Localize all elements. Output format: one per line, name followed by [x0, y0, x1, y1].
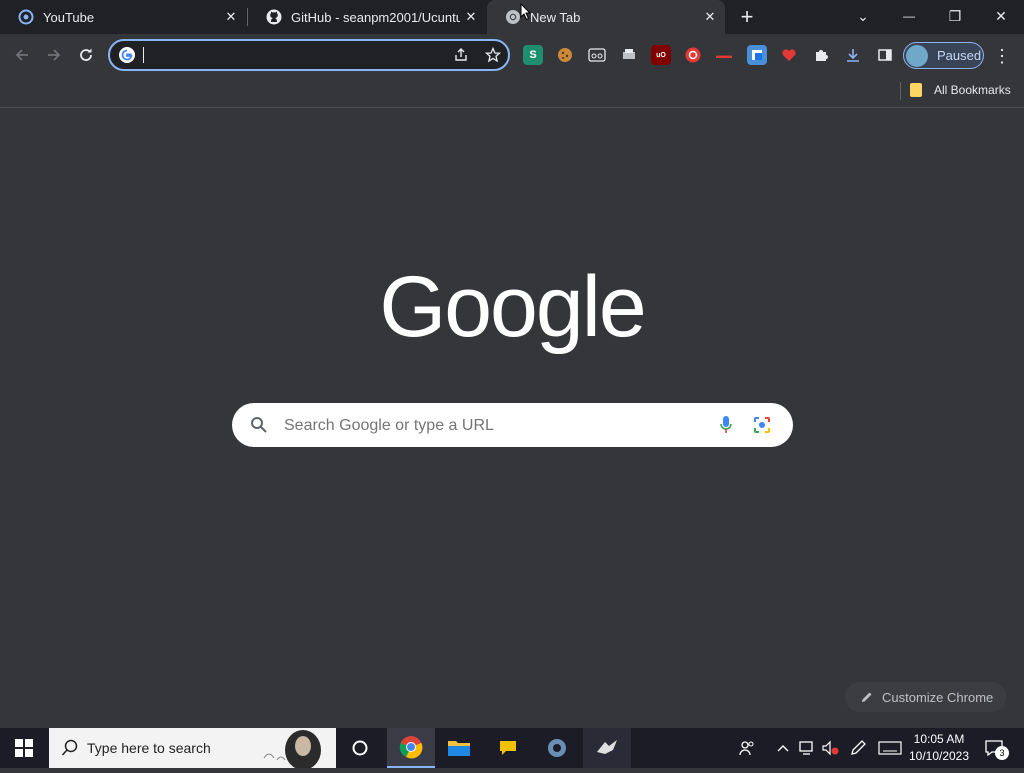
search-icon: [250, 416, 268, 434]
extension-s-icon[interactable]: S: [523, 45, 543, 65]
back-button[interactable]: [8, 41, 36, 69]
search-highlight-image: [259, 728, 336, 770]
clock[interactable]: 10:05 AM 10/10/2023: [906, 731, 972, 765]
start-button[interactable]: [0, 728, 48, 768]
tab-close-icon[interactable]: ✕: [699, 6, 721, 28]
cortana-circle-icon: [352, 740, 368, 756]
taskbar-settings-button[interactable]: [533, 728, 581, 768]
search-input[interactable]: [282, 415, 686, 437]
taskbar-app-button[interactable]: [583, 728, 631, 768]
bookmarks-bar: [0, 76, 1024, 108]
profile-status-label: Paused: [937, 48, 982, 63]
taskbar-chrome-button[interactable]: [387, 728, 435, 768]
tab-title: YouTube: [43, 9, 95, 25]
taskbar-feedback-button[interactable]: [484, 728, 532, 768]
tab-youtube[interactable]: YouTube ✕: [0, 0, 246, 34]
network-icon[interactable]: [797, 736, 817, 760]
reload-icon: [80, 48, 92, 61]
back-arrow-icon: [15, 49, 28, 61]
clock-time: 10:05 AM: [913, 732, 965, 746]
speech-bubble-icon: [500, 741, 516, 755]
settings-gear-icon: [548, 739, 566, 757]
close-window-button[interactable]: ✕: [978, 0, 1024, 32]
google-lens-icon[interactable]: [753, 416, 771, 434]
profile-button[interactable]: Paused: [903, 42, 984, 69]
pen-workspace-icon[interactable]: [848, 736, 868, 760]
volume-muted-icon[interactable]: [820, 736, 840, 760]
bookmarks-divider: [900, 82, 901, 100]
youtube-favicon-icon: [18, 9, 34, 25]
bookmark-star-icon[interactable]: [484, 46, 502, 63]
text-caret: [143, 47, 144, 63]
customize-chrome-button[interactable]: Customize Chrome: [845, 682, 1006, 712]
taskbar-file-explorer-button[interactable]: [435, 728, 483, 768]
touch-keyboard-icon[interactable]: [877, 736, 903, 760]
tab-close-icon[interactable]: ✕: [460, 6, 482, 28]
taskbar-search-placeholder: Type here to search: [87, 740, 211, 756]
reload-button[interactable]: [72, 41, 100, 69]
avatar: [906, 44, 928, 67]
extension-ublock-icon[interactable]: uO: [651, 45, 671, 65]
tab-github[interactable]: GitHub - seanpm2001/Ucuntu: U ✕: [248, 0, 486, 34]
extension-translate-icon[interactable]: [747, 45, 767, 65]
taskbar-search-box[interactable]: Type here to search: [49, 728, 336, 770]
google-logo: Google: [376, 259, 648, 368]
extension-youtube-heart-icon[interactable]: [779, 45, 799, 65]
forward-button[interactable]: [40, 41, 68, 69]
all-bookmarks-button[interactable]: All Bookmarks: [910, 80, 1011, 100]
extension-red-circle-icon[interactable]: [683, 45, 703, 65]
google-logo-text: Google: [379, 268, 644, 355]
share-icon[interactable]: [453, 47, 469, 63]
extension-reader-icon[interactable]: [587, 45, 607, 65]
google-g-icon: [119, 47, 135, 63]
menu-kebab-icon[interactable]: ⋮: [993, 42, 1011, 70]
google-search-box[interactable]: [232, 403, 793, 447]
taskbar-search-icon: [61, 739, 79, 757]
forward-arrow-icon: [48, 49, 61, 61]
address-bar[interactable]: [108, 39, 510, 71]
all-bookmarks-label: All Bookmarks: [934, 83, 1011, 97]
customize-chrome-label: Customize Chrome: [882, 689, 994, 705]
app-bird-icon: [597, 740, 617, 754]
microphone-icon[interactable]: [719, 415, 733, 435]
notification-badge: 3: [995, 746, 1009, 760]
mouse-cursor-icon: [520, 2, 532, 21]
clock-date: 10/10/2023: [908, 749, 970, 763]
restore-button[interactable]: ❐: [932, 0, 978, 32]
task-view-button[interactable]: [336, 728, 384, 768]
people-icon[interactable]: [737, 736, 757, 760]
tab-close-icon[interactable]: ✕: [220, 6, 242, 28]
side-panel-icon[interactable]: [875, 45, 895, 65]
show-hidden-icons-chevron-icon[interactable]: [775, 736, 791, 760]
address-input[interactable]: [142, 45, 436, 67]
downloads-icon[interactable]: [843, 45, 863, 65]
new-tab-button[interactable]: +: [733, 4, 761, 29]
folder-explorer-icon: [448, 741, 470, 756]
chrome-color-icon: [399, 736, 423, 759]
folder-icon: [910, 83, 922, 97]
extension-red-badge-icon[interactable]: ▬▬: [714, 45, 734, 65]
extension-cookie-icon[interactable]: [555, 45, 575, 65]
tab-search-button[interactable]: ⌄: [840, 0, 886, 32]
github-icon: [266, 9, 282, 25]
extensions-puzzle-icon[interactable]: [811, 45, 831, 65]
tab-title: New Tab: [530, 9, 581, 25]
chrome-icon: [505, 9, 521, 25]
windows-logo-icon: [15, 739, 33, 757]
pencil-icon: [860, 690, 874, 704]
minimize-button[interactable]: —: [886, 0, 932, 32]
notification-center-button[interactable]: 3: [981, 736, 1009, 760]
extension-print-icon[interactable]: [619, 45, 639, 65]
tab-title: GitHub - seanpm2001/Ucuntu: U: [291, 9, 460, 25]
